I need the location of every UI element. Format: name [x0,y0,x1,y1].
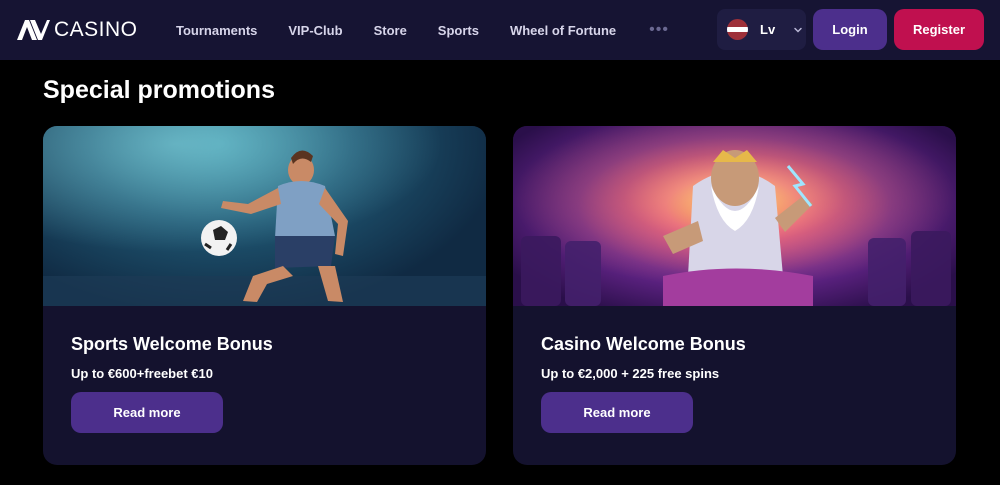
latvia-flag-icon [727,19,748,40]
logo[interactable]: CASINO [16,18,138,42]
main-nav: Tournaments VIP-Club Store Sports Wheel … [176,0,669,60]
zeus-illustration [513,126,956,306]
register-button[interactable]: Register [894,9,984,50]
top-header: CASINO Tournaments VIP-Club Store Sports… [0,0,1000,60]
casino-promo-image [513,126,956,306]
more-menu-icon[interactable]: ••• [649,21,669,39]
nav-wheel-of-fortune[interactable]: Wheel of Fortune [510,23,616,38]
card-title: Sports Welcome Bonus [71,334,273,354]
promo-card-casino: Casino Welcome Bonus Up to €2,000 + 225 … [513,126,956,465]
casino-card-body: Casino Welcome Bonus Up to €2,000 + 225 … [541,334,746,381]
card-title: Casino Welcome Bonus [541,334,746,354]
promo-card-sports: Sports Welcome Bonus Up to €600+freebet … [43,126,486,465]
soccer-player-illustration [43,126,486,306]
sports-card-body: Sports Welcome Bonus Up to €600+freebet … [71,334,273,381]
language-selector[interactable]: Lv [717,9,806,50]
section-title: Special promotions [43,76,275,104]
nav-store[interactable]: Store [374,23,407,38]
language-label: Lv [760,22,776,37]
card-subtitle: Up to €600+freebet €10 [71,366,213,381]
read-more-button[interactable]: Read more [71,392,223,433]
logo-mark-icon [17,20,50,40]
sports-promo-image [43,126,486,306]
login-button[interactable]: Login [813,9,887,50]
chevron-down-icon [794,27,802,33]
read-more-button[interactable]: Read more [541,392,693,433]
card-subtitle: Up to €2,000 + 225 free spins [541,366,720,381]
logo-text: CASINO [54,18,138,41]
nav-tournaments[interactable]: Tournaments [176,23,257,38]
nav-vip-club[interactable]: VIP-Club [288,23,342,38]
nav-sports[interactable]: Sports [438,23,479,38]
